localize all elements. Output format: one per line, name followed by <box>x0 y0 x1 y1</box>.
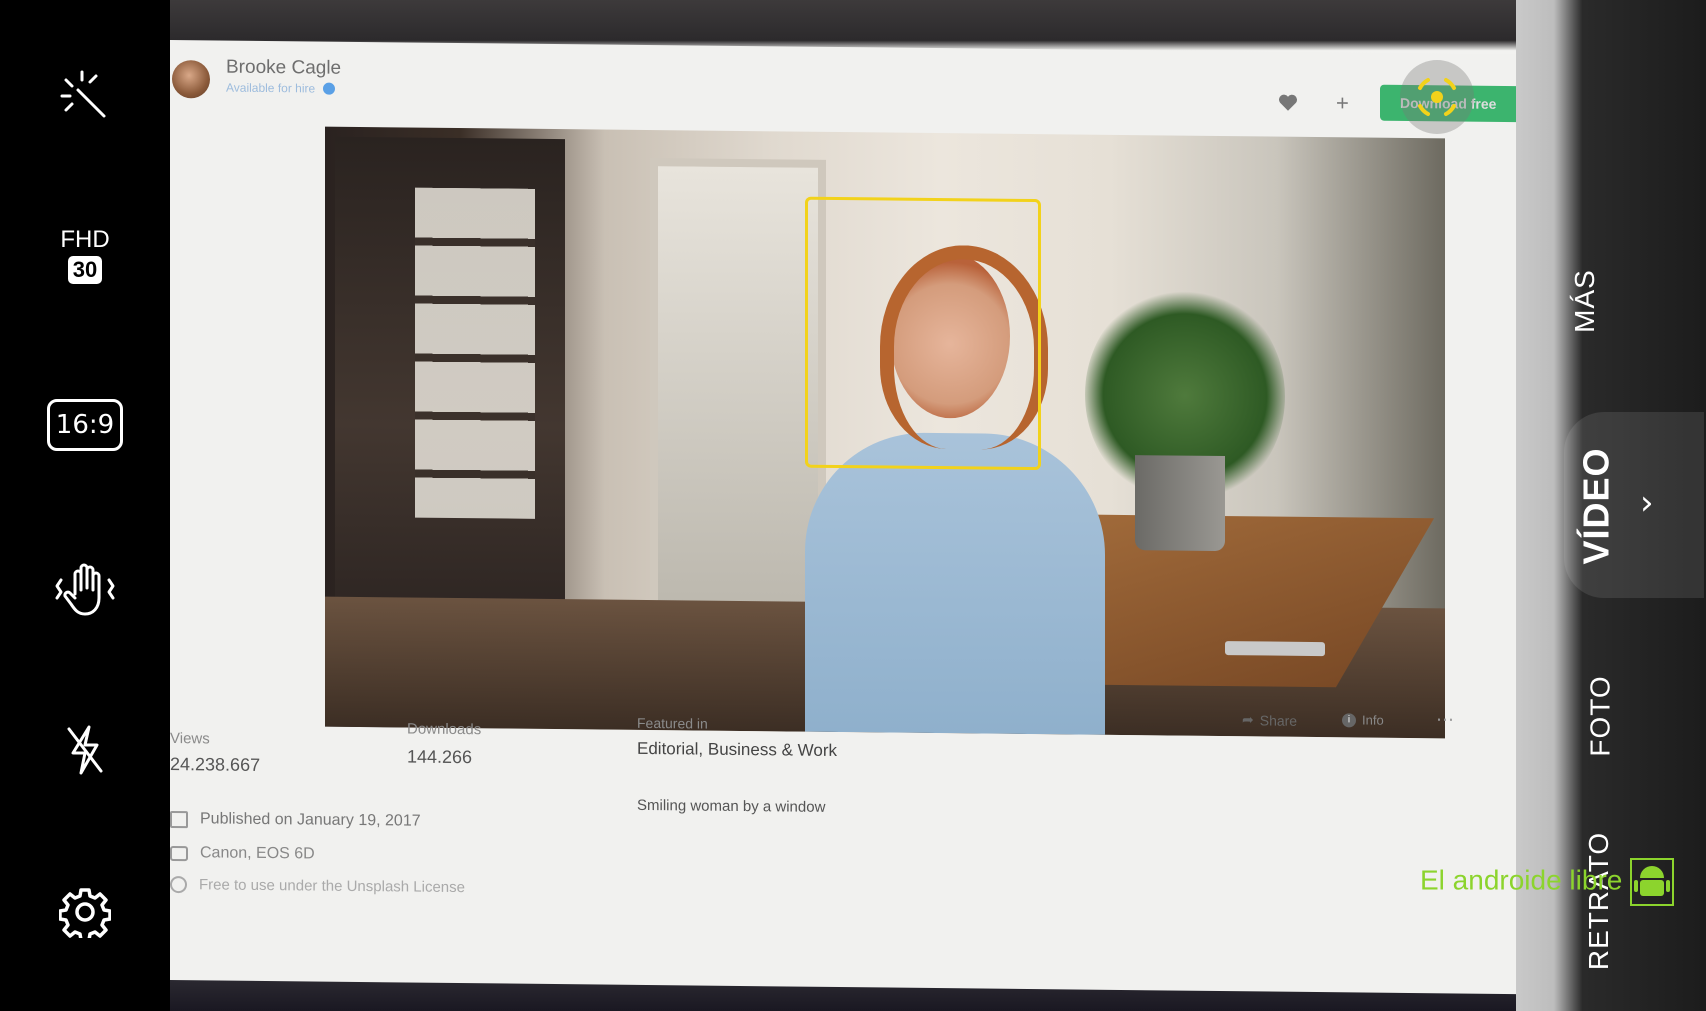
add-to-collection-button[interactable]: + <box>1336 90 1349 116</box>
camera-left-toolbar: FHD 30 16:9 <box>0 0 170 1011</box>
face-detection-frame <box>805 196 1041 471</box>
heart-icon <box>1279 94 1297 111</box>
verified-icon <box>323 82 336 95</box>
auto-enhance-icon <box>60 70 106 118</box>
flash-off-icon <box>67 725 103 775</box>
mode-mas[interactable]: MÁS <box>1569 269 1601 333</box>
woman-shirt <box>805 431 1105 735</box>
author-status: Available for hire <box>226 80 316 96</box>
info-icon: i <box>1342 712 1356 727</box>
watermark-text: El androide libre <box>1420 864 1623 896</box>
gesture-hand-icon <box>55 563 115 616</box>
camera-viewfinder[interactable]: Brooke Cagle Available for hire + Downlo… <box>170 0 1516 1011</box>
video-size-button[interactable]: FHD 30 <box>0 228 170 284</box>
flash-button[interactable] <box>0 720 170 780</box>
watermark-brand: El androide libre <box>1420 858 1675 906</box>
share-arrow-icon: ➦ <box>1242 711 1254 728</box>
focus-target-icon <box>1418 78 1456 116</box>
phone-on-table <box>1225 641 1325 657</box>
door-frame <box>650 158 826 616</box>
license-row: Free to use under the Unsplash License <box>170 876 465 896</box>
frame-rate-badge: 30 <box>67 256 103 284</box>
featured-label: Featured in <box>637 714 708 732</box>
gesture-button[interactable] <box>0 555 170 625</box>
downloads-value: 144.266 <box>407 746 473 768</box>
auto-enhance-button[interactable] <box>0 60 170 130</box>
author-status-row: Available for hire <box>226 80 336 96</box>
more-options-icon[interactable]: ⋯ <box>1436 709 1454 730</box>
featured-value[interactable]: Editorial, Business & Work <box>637 739 837 761</box>
aspect-ratio-button[interactable]: 16:9 <box>0 395 170 455</box>
info-button[interactable]: i Info <box>1342 712 1384 728</box>
android-logo-icon <box>1630 858 1675 906</box>
aspect-ratio-label: 16:9 <box>46 399 124 451</box>
calendar-icon <box>170 810 188 828</box>
views-label: Views <box>170 730 210 748</box>
published-row: Published on January 19, 2017 <box>170 810 421 831</box>
mode-video[interactable]: VÍDEO <box>1576 447 1618 564</box>
photographed-web-page: Brooke Cagle Available for hire + Downlo… <box>170 40 1516 995</box>
photo-description: Smiling woman by a window <box>637 796 826 816</box>
plant-pot <box>1135 455 1225 552</box>
author-name[interactable]: Brooke Cagle <box>226 57 341 80</box>
published-date: Published on January 19, 2017 <box>200 810 421 830</box>
settings-gear-icon <box>59 888 111 938</box>
camera-row: Canon, EOS 6D <box>170 844 315 864</box>
downloads-label: Downloads <box>407 720 482 739</box>
resolution-label: FHD <box>60 226 110 253</box>
license-text[interactable]: Free to use under the Unsplash License <box>199 876 465 896</box>
author-avatar <box>172 60 210 99</box>
camera-icon <box>170 845 188 861</box>
like-button[interactable] <box>1278 94 1298 117</box>
mode-foto[interactable]: FOTO <box>1585 675 1617 756</box>
share-button[interactable]: ➦ Share <box>1242 711 1297 729</box>
window-panes <box>415 187 535 519</box>
check-shield-icon <box>170 876 187 894</box>
chevron-right-icon[interactable]: › <box>1640 483 1654 523</box>
views-value: 24.238.667 <box>170 754 261 775</box>
focus-target-button[interactable] <box>1400 60 1474 134</box>
camera-model: Canon, EOS 6D <box>200 844 315 863</box>
info-label: Info <box>1362 712 1384 728</box>
camera-settings-button[interactable] <box>0 882 170 942</box>
share-label: Share <box>1259 711 1298 729</box>
